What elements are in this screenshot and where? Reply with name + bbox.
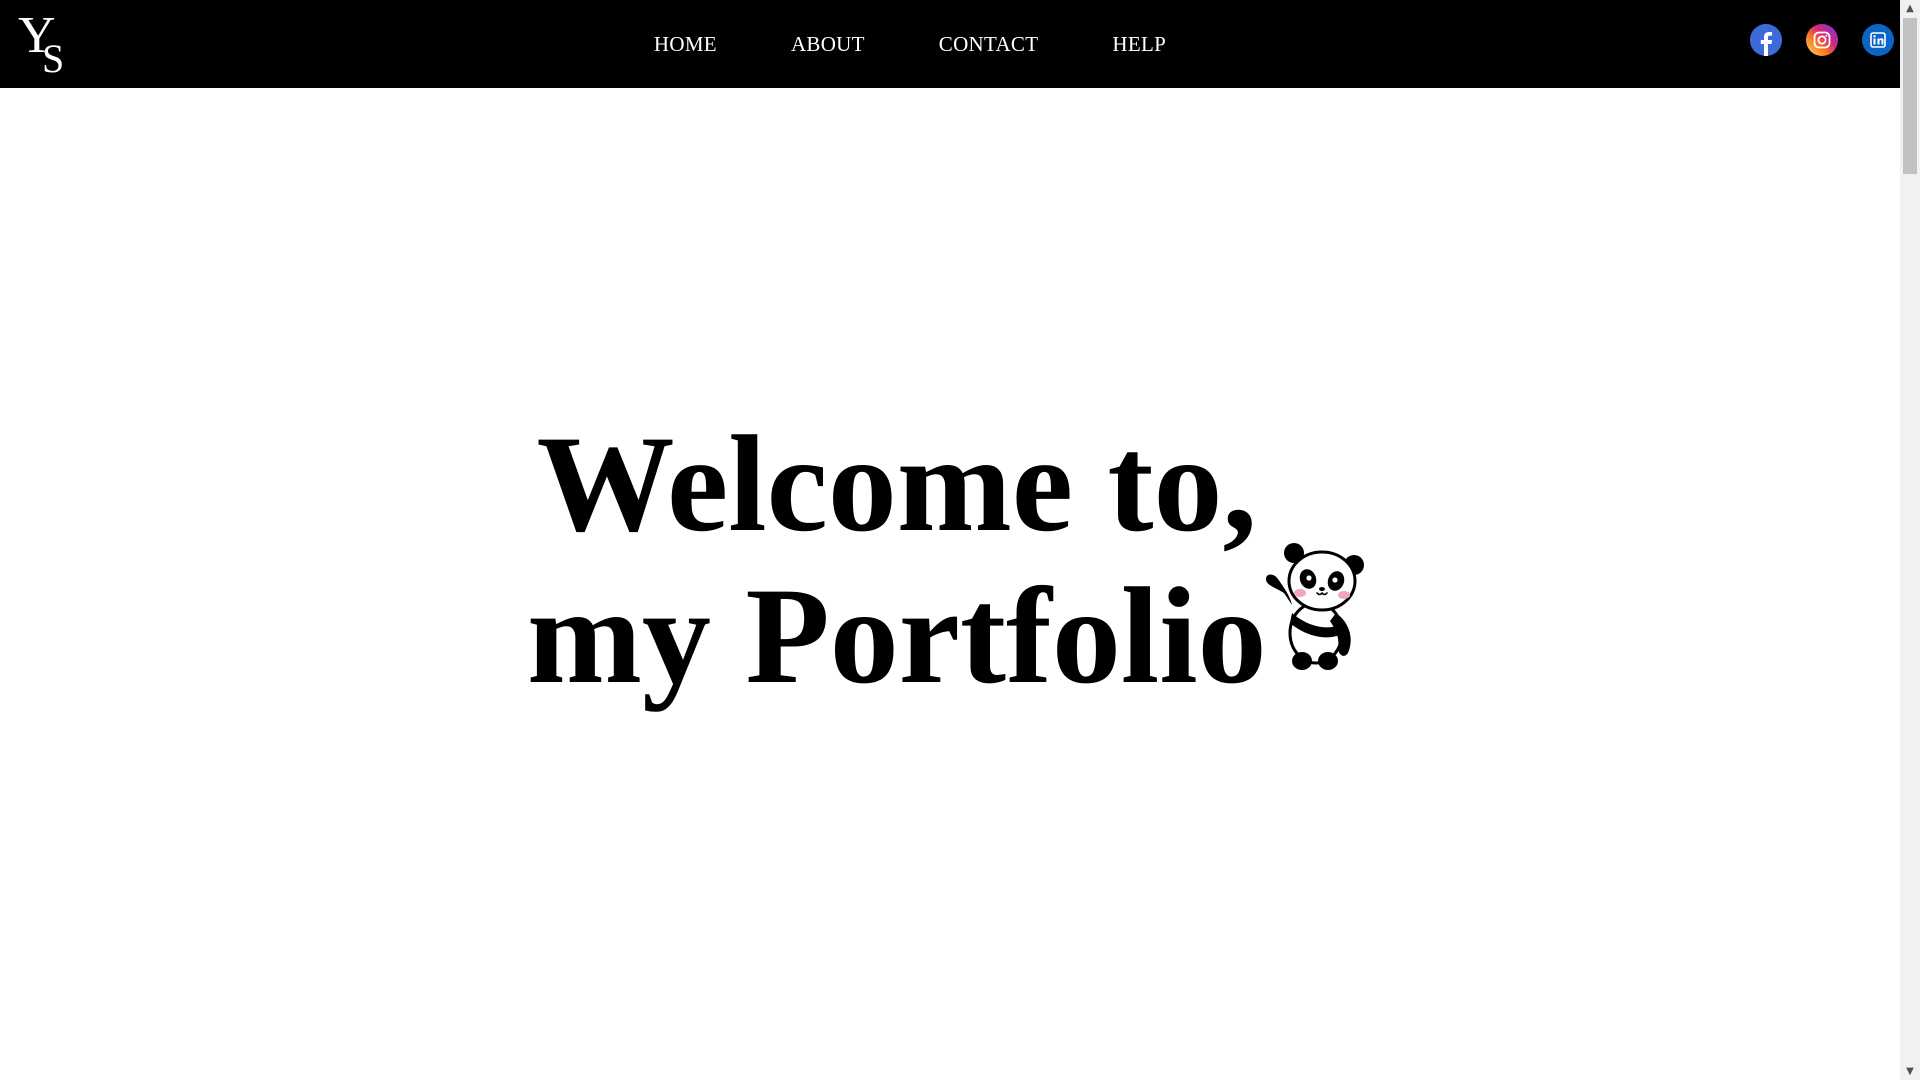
scroll-down-arrow-icon[interactable]: ▼ (1900, 1063, 1920, 1080)
nav-about-link[interactable]: ABOUT (791, 32, 865, 56)
facebook-icon[interactable] (1750, 24, 1782, 56)
top-navbar: Y S HOME ABOUT CONTACT HELP (0, 0, 1900, 88)
nav-home-link[interactable]: HOME (654, 32, 717, 56)
linkedin-icon[interactable] (1862, 24, 1894, 56)
instagram-icon[interactable] (1806, 24, 1838, 56)
nav-help-link[interactable]: HELP (1112, 32, 1166, 56)
social-links (1750, 24, 1894, 56)
vertical-scrollbar[interactable]: ▲ ▼ (1900, 0, 1920, 1080)
svg-text:S: S (42, 36, 64, 78)
panda-waving-image (1262, 543, 1366, 671)
browser-viewport: Y S HOME ABOUT CONTACT HELP Welcome to, … (0, 0, 1920, 1080)
hero-title: Welcome to, my Portfolio (527, 408, 1267, 712)
hero-section: Welcome to, my Portfolio (0, 88, 1900, 1080)
nav-contact-link[interactable]: CONTACT (939, 32, 1039, 56)
page: Y S HOME ABOUT CONTACT HELP Welcome to, … (0, 0, 1900, 1080)
scroll-thumb[interactable] (1903, 18, 1917, 174)
scroll-up-arrow-icon[interactable]: ▲ (1900, 0, 1920, 17)
main-nav: HOME ABOUT CONTACT HELP (0, 0, 1900, 88)
hero-title-line1: Welcome to, (536, 407, 1257, 560)
ys-logo[interactable]: Y S (16, 7, 72, 81)
hero-title-line2: my Portfolio (527, 559, 1267, 712)
